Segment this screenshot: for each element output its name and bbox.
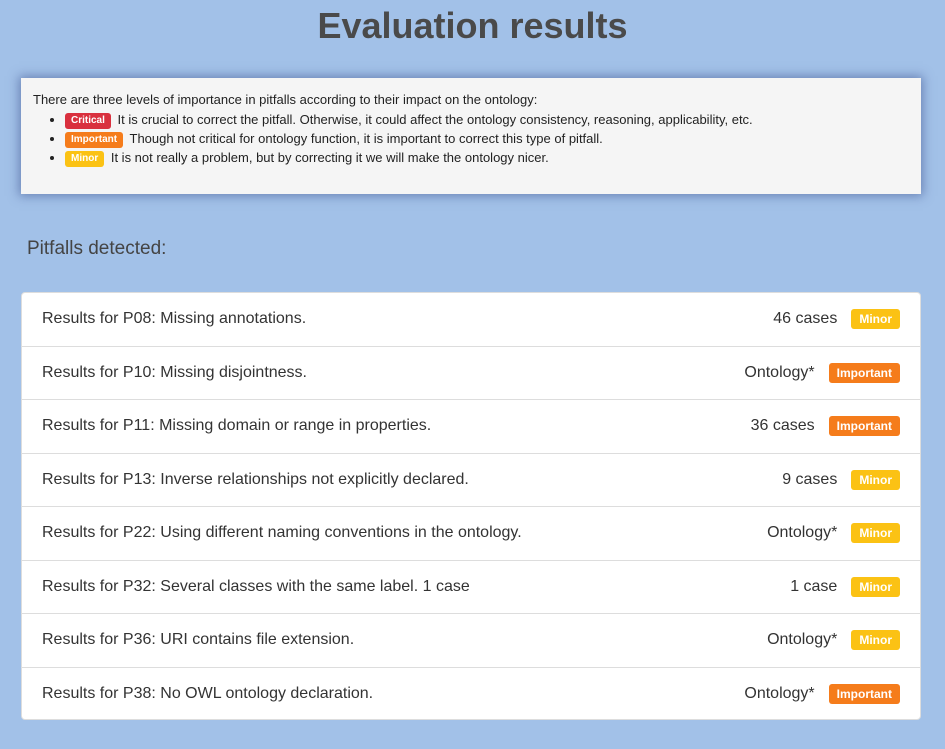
critical-badge: Critical — [65, 112, 111, 129]
importance-legend-box: There are three levels of importance in … — [21, 78, 921, 194]
minor-badge: Minor — [851, 469, 900, 490]
legend-intro: There are three levels of importance in … — [33, 92, 538, 107]
result-title: Results for P10: Missing disjointness. — [42, 363, 307, 381]
important-badge: Important — [828, 416, 900, 437]
result-row-p22[interactable]: Results for P22: Using different naming … — [22, 507, 920, 561]
result-count: Ontology* — [744, 363, 815, 381]
minor-description: It is not really a problem, but by corre… — [110, 150, 549, 165]
result-row-p11[interactable]: Results for P11: Missing domain or range… — [22, 400, 920, 454]
result-count: 46 cases — [773, 310, 838, 328]
result-row-p10[interactable]: Results for P10: Missing disjointness. O… — [22, 347, 920, 400]
result-row-p32[interactable]: Results for P32: Several classes with th… — [22, 561, 920, 614]
page-title: Evaluation results — [317, 5, 628, 46]
level-item-critical: Critical It is crucial to correct the pi… — [65, 110, 909, 129]
result-count: Ontology* — [744, 685, 815, 703]
level-item-minor: Minor It is not really a problem, but by… — [65, 148, 909, 167]
minor-badge: Minor — [851, 523, 900, 544]
result-title: Results for P32: Several classes with th… — [42, 577, 470, 595]
important-badge: Important — [828, 684, 900, 705]
result-row-p08[interactable]: Results for P08: Missing annotations. 46… — [22, 293, 920, 347]
level-item-important: Important Though not critical for ontolo… — [65, 129, 909, 148]
result-row-p13[interactable]: Results for P13: Inverse relationships n… — [22, 454, 920, 507]
result-title: Results for P11: Missing domain or range… — [42, 417, 432, 435]
importance-level-list: Critical It is crucial to correct the pi… — [65, 110, 909, 167]
results-panel: Results for P08: Missing annotations. 46… — [21, 292, 921, 720]
result-count: 36 cases — [750, 417, 815, 435]
result-row-p38[interactable]: Results for P38: No OWL ontology declara… — [22, 668, 920, 722]
minor-badge: Minor — [65, 150, 105, 167]
result-title: Results for P38: No OWL ontology declara… — [42, 685, 374, 703]
minor-badge: Minor — [851, 576, 900, 597]
result-count: 9 cases — [782, 470, 838, 488]
result-title: Results for P13: Inverse relationships n… — [42, 470, 469, 488]
minor-badge: Minor — [851, 309, 900, 330]
minor-badge: Minor — [851, 630, 900, 651]
critical-description: It is crucial to correct the pitfall. Ot… — [117, 112, 753, 127]
pitfalls-detected-heading: Pitfalls detected: — [27, 238, 167, 259]
result-row-p36[interactable]: Results for P36: URI contains file exten… — [22, 614, 920, 668]
important-badge: Important — [828, 362, 900, 383]
result-title: Results for P36: URI contains file exten… — [42, 631, 355, 649]
important-description: Though not critical for ontology functio… — [129, 131, 603, 146]
result-count: 1 case — [790, 577, 838, 595]
result-title: Results for P22: Using different naming … — [42, 524, 522, 542]
important-badge: Important — [65, 131, 124, 148]
result-title: Results for P08: Missing annotations. — [42, 310, 307, 328]
result-count: Ontology* — [767, 631, 838, 649]
result-count: Ontology* — [767, 524, 838, 542]
